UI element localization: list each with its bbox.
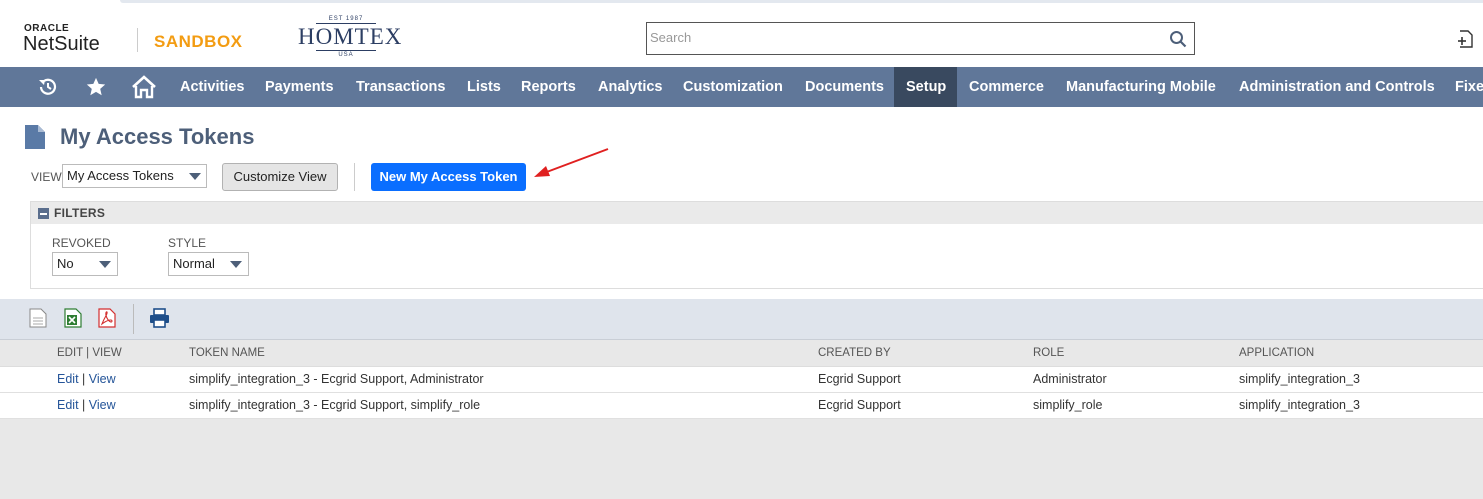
view-link[interactable]: View [89,372,116,386]
filters-panel: FILTERS REVOKED No STYLE Normal [30,201,1483,289]
chevron-down-icon [189,173,201,180]
link-separator: | [82,398,89,412]
access-tokens-table: EDIT | VIEW TOKEN NAME CREATED BY ROLE A… [0,340,1483,419]
col-header-created-by[interactable]: CREATED BY [818,347,891,359]
nav-activities[interactable]: Activities [168,67,256,107]
print-icon[interactable] [149,308,170,328]
page-title: My Access Tokens [60,124,255,149]
table-row: Edit | View simplify_integration_3 - Ecg… [0,367,1483,393]
browser-top-strip [0,0,1483,10]
created-by-cell: Ecgrid Support [818,398,901,412]
nav-customization[interactable]: Customization [671,67,795,107]
filters-title: FILTERS [54,206,106,220]
home-icon[interactable] [129,67,159,107]
edit-link[interactable]: Edit [57,398,79,412]
new-access-token-button[interactable]: New My Access Token [371,163,526,191]
col-header-role[interactable]: ROLE [1033,347,1064,359]
token-name-cell: simplify_integration_3 - Ecgrid Support,… [189,398,481,412]
token-name-cell: simplify_integration_3 - Ecgrid Support,… [189,372,484,386]
main-content: My Access Tokens VIEW My Access Tokens C… [0,107,1483,299]
export-pdf-icon[interactable] [98,308,116,328]
chevron-down-icon [230,261,242,268]
netsuite-logo-text: NetSuite [23,33,100,55]
main-nav: Activities Payments Transactions Lists R… [0,67,1483,107]
add-shortcut-icon[interactable] [1455,29,1475,49]
style-label: STYLE [168,236,207,250]
chevron-down-icon [99,261,111,268]
nav-reports[interactable]: Reports [509,67,588,107]
filters-header[interactable]: FILTERS [31,202,1483,224]
logo-divider [137,28,138,52]
recent-records-icon[interactable] [34,67,62,107]
export-csv-icon[interactable] [29,308,47,328]
toolbar-divider [354,163,355,191]
company-logo-rule [316,50,376,51]
edit-link[interactable]: Edit [57,372,79,386]
nav-fixed-assets-truncated[interactable]: Fixe [1443,67,1483,107]
nav-commerce[interactable]: Commerce [957,67,1056,107]
link-separator: | [82,372,89,386]
search-icon[interactable] [1169,30,1187,48]
table-row: Edit | View simplify_integration_3 - Ecg… [0,393,1483,419]
nav-lists[interactable]: Lists [455,67,513,107]
export-excel-icon[interactable] [64,308,82,328]
collapse-minus-icon[interactable] [38,208,49,219]
style-select-value: Normal [173,256,215,271]
nav-analytics[interactable]: Analytics [586,67,674,107]
company-est: EST 1987 [328,16,364,22]
nav-manufacturing-mobile[interactable]: Manufacturing Mobile [1054,67,1228,107]
col-header-application[interactable]: APPLICATION [1239,347,1314,359]
col-header-edit-view[interactable]: EDIT | VIEW [57,347,122,359]
company-country: USA [338,52,354,58]
view-label: VIEW [31,170,62,184]
created-by-cell: Ecgrid Support [818,372,901,386]
search-input[interactable] [647,23,1150,52]
nav-documents[interactable]: Documents [793,67,896,107]
style-select[interactable]: Normal [168,252,249,276]
revoked-select[interactable]: No [52,252,118,276]
role-cell: simplify_role [1033,398,1103,412]
list-toolbar [0,299,1483,340]
nav-transactions[interactable]: Transactions [344,67,457,107]
company-logo: EST 1987 HOMTEX USA [298,14,403,64]
nav-setup[interactable]: Setup [894,67,957,107]
annotation-arrow-icon [534,148,609,177]
role-cell: Administrator [1033,372,1107,386]
toolbar-divider [133,304,134,334]
global-search[interactable] [646,22,1195,55]
revoked-label: REVOKED [52,236,111,250]
revoked-select-value: No [57,256,74,271]
table-header: EDIT | VIEW TOKEN NAME CREATED BY ROLE A… [0,340,1483,367]
view-select[interactable]: My Access Tokens [62,164,207,188]
application-cell: simplify_integration_3 [1239,398,1360,412]
customize-view-button[interactable]: Customize View [222,163,338,191]
header: ORACLE NetSuite SANDBOX EST 1987 HOMTEX … [0,10,1483,67]
top-bar-accent [120,0,1483,3]
application-cell: simplify_integration_3 [1239,372,1360,386]
view-link[interactable]: View [89,398,116,412]
page-document-icon [25,125,45,149]
favorites-star-icon[interactable] [82,67,110,107]
col-header-token-name[interactable]: TOKEN NAME [189,347,265,359]
nav-payments[interactable]: Payments [253,67,346,107]
sandbox-label: SANDBOX [154,32,243,51]
nav-administration-and-controls[interactable]: Administration and Controls [1227,67,1447,107]
company-name: HOMTEX [298,24,403,49]
view-select-value: My Access Tokens [67,168,174,183]
